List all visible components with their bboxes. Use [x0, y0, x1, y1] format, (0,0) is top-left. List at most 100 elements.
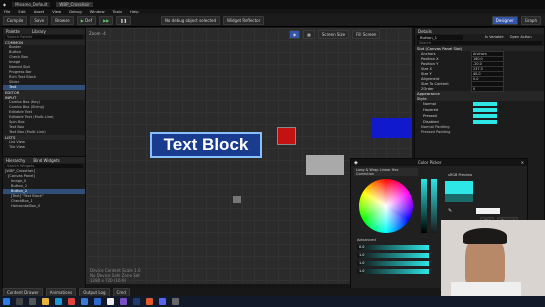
property-value-field[interactable]: 0 [471, 85, 504, 92]
text-block-button[interactable]: Text Block [150, 132, 262, 158]
value-slider[interactable] [421, 179, 427, 233]
pause-button[interactable]: ❚❚ [116, 15, 131, 25]
bind-widgets-tab[interactable]: Bind Widgets [33, 158, 59, 163]
style-color-swatch[interactable] [473, 108, 497, 112]
swatch-white[interactable] [476, 208, 500, 214]
music-icon[interactable] [146, 298, 153, 305]
advanced-toggle[interactable]: Advanced [357, 237, 376, 242]
taskview-icon[interactable] [29, 298, 36, 305]
select-icon[interactable]: ◆ [289, 30, 301, 39]
blue-button[interactable] [371, 118, 411, 138]
unreal-icon[interactable] [107, 298, 114, 305]
search-icon[interactable] [16, 298, 23, 305]
style-color-swatch[interactable] [473, 120, 497, 124]
red-button[interactable] [277, 127, 296, 145]
bottom-bar: Content Drawer Animations Output Log Cmd [0, 287, 440, 297]
store-icon[interactable] [81, 298, 88, 305]
open-action-button[interactable]: Open Action [510, 35, 532, 39]
palette-title[interactable]: Palette [6, 29, 20, 34]
palette-list: COMMON Border Button Check Box Image Named Sl… [3, 40, 85, 150]
is-variable-checkbox[interactable]: Is Variable [485, 35, 504, 39]
property-label: Size Y [421, 71, 432, 76]
unreal-logo-icon[interactable]: ◈ [3, 2, 6, 7]
rgba-slider-field[interactable]: 1.0 [357, 268, 429, 274]
palette-header: Palette Library [3, 28, 85, 34]
details-search-input[interactable]: Search [417, 41, 542, 45]
grid-icon[interactable]: ▦ [303, 30, 315, 39]
gray-box[interactable] [306, 155, 344, 175]
toolbar: Compile Save Browse ▶ Def ▶▶ ❚❚ No debug… [0, 14, 545, 27]
mail-icon[interactable] [94, 298, 101, 305]
save-button[interactable]: Save [30, 15, 49, 25]
library-tab[interactable]: Library [32, 29, 46, 34]
rgba-slider-field[interactable]: 1.0 [357, 260, 429, 266]
hierarchy-list: [WBP_CrossHair] [Canvas Panel] Image_0 Butt… [3, 169, 85, 209]
style-label: Normal [423, 102, 437, 106]
fill-screen-dropdown[interactable]: Fill Screen [352, 30, 381, 39]
color-picker-title: Color Picker [417, 160, 442, 165]
rgba-slider-field[interactable]: 0.0 [357, 244, 429, 250]
browse-button[interactable]: Browse [51, 15, 74, 25]
file-tab[interactable]: Mixamo_Default [12, 2, 51, 7]
webcam-overlay [441, 220, 545, 296]
hierarchy-search-input[interactable]: Search Widgets [5, 164, 83, 168]
webcam-shirt [451, 282, 521, 296]
style-color-swatch[interactable] [473, 102, 497, 106]
rgba-row: 0.0 [357, 243, 437, 251]
unreal-small-icon: ◈ [354, 159, 358, 166]
footer-resolution: 1280 x 720 (16:9) [90, 278, 127, 283]
details-name-row: Button_1 Is Variable Open Action [415, 34, 544, 40]
style-label: Disabled [423, 120, 439, 124]
property-label: Position X [421, 56, 439, 61]
ps-icon[interactable] [133, 298, 140, 305]
step-button[interactable]: ▶▶ [99, 15, 114, 25]
app-icon[interactable] [172, 298, 179, 305]
widget-reflector-button[interactable]: Widget Reflector [223, 15, 265, 25]
canvas-toolbar: ◆ ▦ Screen Size Fill Screen [286, 30, 381, 39]
palette-item[interactable]: Tile View [3, 145, 85, 150]
screen-size-dropdown[interactable]: Screen Size [317, 30, 350, 39]
color-wheel[interactable] [359, 179, 413, 233]
style-list: Normal Hovered Pressed Disabled [415, 101, 544, 125]
rgba-slider-field[interactable]: 1.0 [357, 252, 429, 258]
checkbox-widget[interactable] [233, 196, 241, 203]
widget-name-field[interactable]: Button_1 [417, 34, 463, 40]
vs-icon[interactable] [120, 298, 127, 305]
palette-panel: Palette Library Search Palette COMMON Bor… [2, 27, 86, 166]
zoom-label: Zoom -4 [89, 31, 106, 36]
close-icon[interactable]: ✕ [521, 160, 524, 165]
start-icon[interactable] [3, 298, 10, 305]
alpha-slider[interactable] [431, 179, 437, 233]
palette-search-input[interactable]: Search Palette [5, 35, 83, 39]
property-label: Size To Content [421, 81, 449, 86]
property-label: Size X [421, 66, 432, 71]
property-label: Position Y [421, 61, 439, 66]
color-mode-dropdown[interactable]: Long & Wrap Linear Hex Correction [354, 168, 418, 176]
eyedropper-icon[interactable]: ✎ [448, 208, 452, 214]
property-label: Anchors [421, 51, 436, 56]
designer-button[interactable]: Designer [491, 15, 518, 25]
canvas-footer: Device Content Scale 1.0 No Device Safe … [90, 268, 141, 283]
menu-bar: ◈ Mixamo_Default WBP_CrossHair [0, 0, 545, 9]
folder-icon[interactable] [42, 298, 49, 305]
style-color-swatch[interactable] [473, 114, 497, 118]
new-color-swatch [445, 181, 473, 194]
hierarchy-title[interactable]: Hierarchy [6, 158, 25, 163]
srgb-preview-label: sRGB Preview [448, 173, 473, 177]
text-block-label: Text Block [163, 135, 249, 154]
chrome-icon[interactable] [68, 298, 75, 305]
play-label: Def [85, 17, 93, 23]
discord-icon[interactable] [159, 298, 166, 305]
compile-button[interactable]: Compile [3, 15, 28, 25]
play-button[interactable]: ▶ Def [76, 15, 97, 25]
rgba-row: 1.0 [357, 267, 437, 275]
debug-object-dropdown[interactable]: No debug object selected [160, 15, 221, 25]
graph-button[interactable]: Graph [520, 15, 541, 25]
windows-taskbar [0, 296, 545, 307]
edge-icon[interactable] [55, 298, 62, 305]
property-label: Alignment [421, 76, 440, 81]
hierarchy-item[interactable]: HorizontalBox_0 [3, 204, 85, 209]
property-label: ZOrder [421, 86, 434, 91]
widget-tab[interactable]: WBP_CrossHair [56, 2, 93, 7]
old-color-swatch [445, 194, 473, 202]
